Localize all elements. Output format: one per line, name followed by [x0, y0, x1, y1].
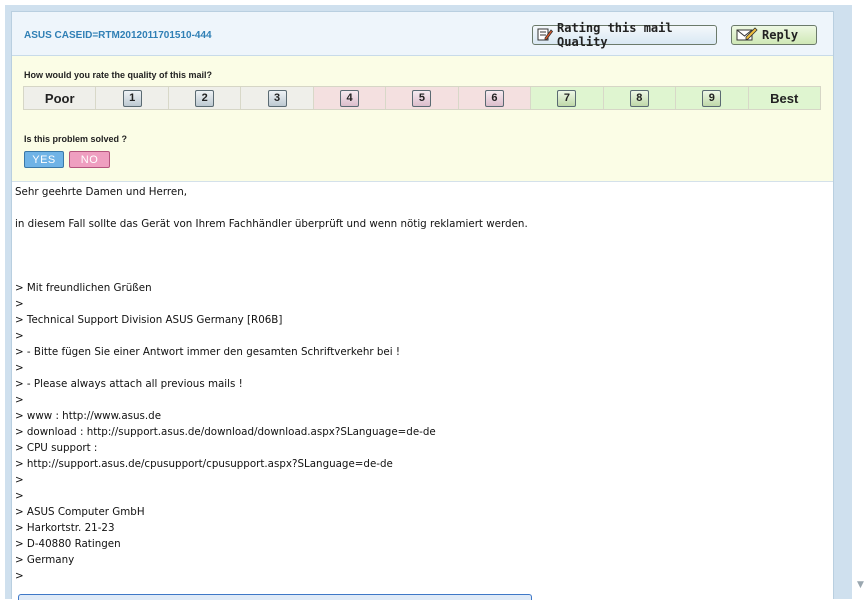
mail-line: > ASUS Computer GmbH: [15, 506, 145, 518]
mail-line: > D-40880 Ratingen: [15, 538, 121, 550]
rating-cell-8: 8: [603, 87, 677, 109]
yes-button[interactable]: YES: [24, 151, 64, 168]
rating-area: How would you rate the quality of this m…: [12, 56, 833, 182]
rating-1-button[interactable]: 1: [122, 89, 142, 107]
rating-cell-5: 5: [386, 87, 459, 109]
rating-6-button[interactable]: 6: [484, 89, 504, 107]
rating-4-button[interactable]: 4: [340, 89, 360, 107]
rating-cell-2: 2: [168, 87, 242, 109]
rating-question: How would you rate the quality of this m…: [24, 70, 213, 80]
rating-cell-6: 6: [458, 87, 532, 109]
mail-line: >: [15, 362, 24, 374]
mail-line: > Mit freundlichen Grüßen: [15, 282, 152, 294]
scroll-down-arrow-icon[interactable]: ▼: [857, 580, 864, 590]
mail-body: Sehr geehrte Damen und Herren, in diesem …: [15, 184, 528, 584]
mail-line: >: [15, 394, 24, 406]
mail-line: > CPU support :: [15, 442, 98, 454]
rating-cell-1: 1: [96, 87, 169, 109]
mail-header: ASUS CASEID=RTM2012011701510-444 Rating …: [12, 12, 833, 56]
rating-scale: Poor 1 2 3 4 5 6 7 8 9 Best: [23, 86, 821, 110]
mail-line: > - Bitte fügen Sie einer Antwort immer …: [15, 346, 400, 358]
rating-8-button[interactable]: 8: [629, 89, 649, 107]
mail-line: >: [15, 330, 24, 342]
mail-line: > - Please always attach all previous ma…: [15, 378, 243, 390]
case-id: ASUS CASEID=RTM2012011701510-444: [24, 30, 212, 41]
mail-line: >: [15, 474, 24, 486]
rating-cell-7: 7: [531, 87, 604, 109]
rating-best-label: Best: [770, 90, 799, 106]
rating-7-button[interactable]: 7: [557, 89, 577, 107]
mail-line: [15, 200, 528, 216]
reply-button-label: Reply: [762, 28, 799, 42]
mail-line: > download : http://support.asus.de/down…: [15, 426, 436, 438]
horizontal-scrollbar-thumb[interactable]: [18, 594, 532, 600]
mail-line: > Harkortstr. 21-23: [15, 522, 115, 534]
vertical-scrollbar[interactable]: [856, 0, 867, 599]
pencil-envelope-icon: [736, 26, 758, 44]
rating-cell-3: 3: [241, 87, 314, 109]
rating-best-cell: Best: [748, 87, 820, 109]
mail-line: >: [15, 490, 24, 502]
rating-poor-cell: Poor: [24, 87, 97, 109]
reply-button[interactable]: Reply: [731, 25, 817, 45]
mail-line: >: [15, 570, 24, 582]
mail-line: > http://support.asus.de/cpusupport/cpus…: [15, 458, 393, 470]
mail-line: >: [15, 298, 24, 310]
rating-poor-label: Poor: [44, 90, 75, 106]
mail-line: [15, 248, 528, 264]
mail-line: > Technical Support Division ASUS German…: [15, 314, 283, 326]
mail-line: Sehr geehrte Damen und Herren,: [15, 186, 188, 198]
rating-3-button[interactable]: 3: [267, 89, 287, 107]
mail-line: > www : http://www.asus.de: [15, 410, 162, 422]
rating-cell-9: 9: [676, 87, 749, 109]
rating-2-button[interactable]: 2: [195, 89, 215, 107]
rating-cell-4: 4: [313, 87, 387, 109]
rating-mail-quality-button[interactable]: Rating this mail Quality: [532, 21, 717, 49]
rating-5-button[interactable]: 5: [412, 89, 432, 107]
solved-question: Is this problem solved ?: [24, 134, 128, 144]
mail-line: in diesem Fall sollte das Gerät von Ihre…: [15, 218, 528, 230]
rating-button-label: Rating this mail Quality: [557, 21, 673, 49]
no-button[interactable]: NO: [69, 151, 110, 168]
mail-line: [15, 264, 528, 280]
rating-9-button[interactable]: 9: [702, 89, 722, 107]
pencil-note-icon: [537, 27, 554, 44]
mail-line: > Germany: [15, 554, 75, 566]
mail-line: [15, 232, 528, 248]
